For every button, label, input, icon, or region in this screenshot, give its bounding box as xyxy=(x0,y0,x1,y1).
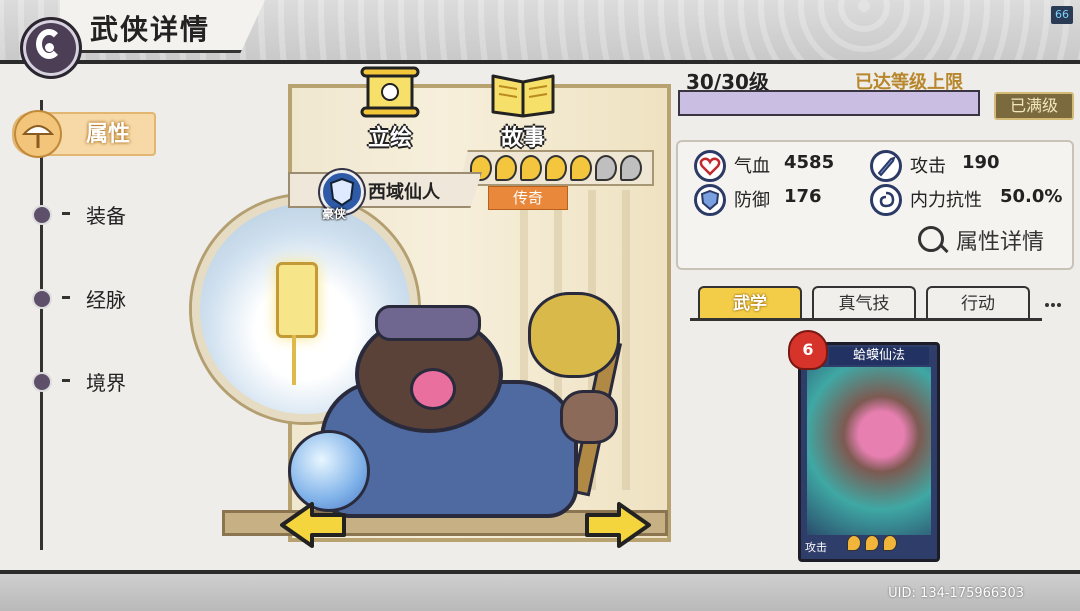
skill-card-type: 攻击 xyxy=(805,541,827,554)
star-filled-icon xyxy=(520,155,542,181)
maxed-badge: 已满级 xyxy=(994,92,1074,120)
skill-card[interactable]: 蛤蟆仙法 攻击 xyxy=(798,342,940,562)
skill-pip-icon xyxy=(865,535,879,551)
story-button[interactable]: 故事 xyxy=(483,64,563,151)
next-hero-arrow-icon[interactable] xyxy=(583,500,653,550)
fps-counter: 66 xyxy=(1051,6,1073,24)
nav-dot xyxy=(32,289,52,309)
stat-label-attack: 攻击 xyxy=(910,156,946,177)
stat-label-defense: 防御 xyxy=(734,190,770,211)
attributes-icon xyxy=(14,110,62,158)
tab-underline xyxy=(690,318,1042,321)
tab-martial-arts[interactable]: 武学 xyxy=(698,286,802,320)
star-filled-icon xyxy=(570,155,592,181)
hero-hat xyxy=(375,305,481,341)
lantern-icon xyxy=(276,262,318,338)
stat-label-hp: 气血 xyxy=(734,156,770,177)
skill-card-name: 蛤蟆仙法 xyxy=(829,347,929,365)
nav-line xyxy=(40,100,43,550)
hero-name: 西域仙人 xyxy=(368,182,440,203)
uid-text: UID: 134-175966303 xyxy=(888,586,1024,601)
star-filled-icon xyxy=(495,155,517,181)
scroll-icon xyxy=(360,66,420,118)
swirl-icon xyxy=(870,184,902,216)
nav-dot xyxy=(32,372,52,392)
nav-item-meridians[interactable]: 经脉 xyxy=(86,284,126,313)
stat-value-hp: 4585 xyxy=(784,152,835,173)
sword-icon xyxy=(870,150,902,182)
stat-value-defense: 176 xyxy=(784,186,822,207)
page-title: 武侠详情 xyxy=(90,13,211,46)
skill-pip-icon xyxy=(883,535,897,551)
story-button-label: 故事 xyxy=(500,126,545,151)
nav-item-realm[interactable]: 境界 xyxy=(86,367,126,396)
faction-label: 豪侠 xyxy=(322,207,347,221)
shield-icon xyxy=(694,184,726,216)
skill-pip-icon xyxy=(847,535,861,551)
tab-action[interactable]: 行动 xyxy=(926,286,1030,320)
skill-card-art xyxy=(807,367,931,535)
level-progress-bar xyxy=(678,90,980,116)
back-button[interactable] xyxy=(20,17,82,79)
star-empty-icon xyxy=(595,155,617,181)
skill-level-badge: 6 xyxy=(788,330,828,370)
nav-item-equipment[interactable]: 装备 xyxy=(86,200,126,229)
nav-dot xyxy=(32,205,52,225)
level-progress-fill xyxy=(680,92,978,114)
heart-icon xyxy=(694,150,726,182)
prev-hero-arrow-icon[interactable] xyxy=(278,500,348,550)
hero-staff-head xyxy=(528,292,620,378)
star-empty-icon xyxy=(620,155,642,181)
more-dots-icon xyxy=(1045,303,1061,307)
star-filled-icon xyxy=(545,155,567,181)
nav-item-label: 属性 xyxy=(86,122,131,147)
portrait-button-label: 立绘 xyxy=(367,126,412,151)
book-icon xyxy=(491,74,555,118)
hero-tongue xyxy=(410,368,456,410)
stat-value-resistance: 50.0% xyxy=(1000,186,1063,207)
magnifier-icon xyxy=(918,226,944,252)
portrait-button[interactable]: 立绘 xyxy=(350,64,430,151)
stat-label-resistance: 内力抗性 xyxy=(910,190,982,211)
attribute-details-button[interactable]: 属性详情 xyxy=(956,224,1044,256)
stat-value-attack: 190 xyxy=(962,152,1000,173)
rarity-badge: 传奇 xyxy=(488,186,568,210)
tab-true-qi[interactable]: 真气技 xyxy=(812,286,916,320)
hero-hand xyxy=(560,390,618,444)
